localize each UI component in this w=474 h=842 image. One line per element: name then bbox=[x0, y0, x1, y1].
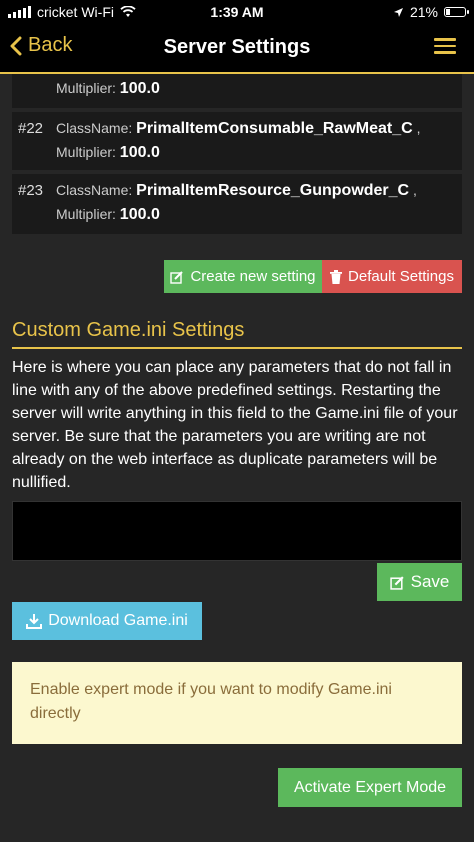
setting-row: Multiplier: 100.0 bbox=[12, 74, 462, 108]
download-icon bbox=[26, 613, 43, 629]
page-title: Server Settings bbox=[163, 36, 311, 58]
classname-value: PrimalItemConsumable_RawMeat_C bbox=[136, 120, 413, 137]
multiplier-line: Multiplier: 100.0 bbox=[56, 206, 160, 224]
multiplier-label: Multiplier: bbox=[56, 80, 116, 96]
default-settings-label: Default Settings bbox=[348, 268, 454, 285]
classname-label: ClassName: bbox=[56, 182, 133, 198]
save-label: Save bbox=[410, 572, 450, 591]
settings-content[interactable]: Multiplier: 100.0 #22 ClassName: PrimalI… bbox=[0, 74, 474, 842]
classname-line: ClassName: PrimalItemResource_Gunpowder_… bbox=[56, 182, 417, 200]
activate-expert-mode-button[interactable]: Activate Expert Mode bbox=[278, 768, 462, 807]
expert-mode-alert: Enable expert mode if you want to modify… bbox=[12, 662, 462, 744]
battery-percent: 21% bbox=[409, 4, 438, 20]
setting-index: #23 bbox=[18, 182, 44, 199]
status-right: 21% bbox=[393, 4, 469, 20]
location-icon bbox=[393, 7, 404, 18]
create-setting-button[interactable]: Create new setting bbox=[164, 260, 322, 293]
classname-separator: , bbox=[416, 120, 421, 136]
default-settings-button[interactable]: Default Settings bbox=[322, 260, 462, 293]
trash-icon bbox=[330, 269, 343, 284]
section-description: Here is where you can place any paramete… bbox=[12, 359, 458, 491]
multiplier-line: Multiplier: 100.0 bbox=[56, 80, 160, 98]
edit-icon bbox=[389, 575, 405, 590]
multiplier-line: Multiplier: 100.0 bbox=[56, 144, 160, 162]
status-bar: cricket Wi-Fi 1:39 AM 21% bbox=[0, 0, 474, 24]
classname-line: ClassName: PrimalItemConsumable_RawMeat_… bbox=[56, 120, 420, 138]
setting-row: #22 ClassName: PrimalItemConsumable_RawM… bbox=[12, 112, 462, 170]
classname-value: PrimalItemResource_Gunpowder_C bbox=[136, 182, 410, 199]
multiplier-label: Multiplier: bbox=[56, 144, 116, 160]
setting-row: #23 ClassName: PrimalItemResource_Gunpow… bbox=[12, 174, 462, 234]
multiplier-label: Multiplier: bbox=[56, 206, 116, 222]
multiplier-value: 100.0 bbox=[119, 206, 160, 223]
game-ini-textarea[interactable] bbox=[12, 501, 462, 561]
multiplier-value: 100.0 bbox=[119, 80, 160, 97]
setting-index: #22 bbox=[18, 120, 44, 137]
edit-icon bbox=[170, 270, 184, 284]
create-setting-label: Create new setting bbox=[190, 268, 316, 285]
battery-icon bbox=[444, 7, 469, 17]
download-ini-label: Download Game.ini bbox=[48, 612, 188, 629]
section-title: Custom Game.ini Settings bbox=[12, 319, 462, 349]
save-button[interactable]: Save bbox=[377, 563, 462, 601]
nav-bar: Back Server Settings bbox=[0, 24, 474, 74]
hamburger-menu-icon[interactable] bbox=[434, 38, 456, 54]
classname-separator: , bbox=[413, 182, 417, 198]
classname-label: ClassName: bbox=[56, 120, 133, 136]
multiplier-value: 100.0 bbox=[119, 144, 160, 161]
download-ini-button[interactable]: Download Game.ini bbox=[12, 602, 202, 640]
